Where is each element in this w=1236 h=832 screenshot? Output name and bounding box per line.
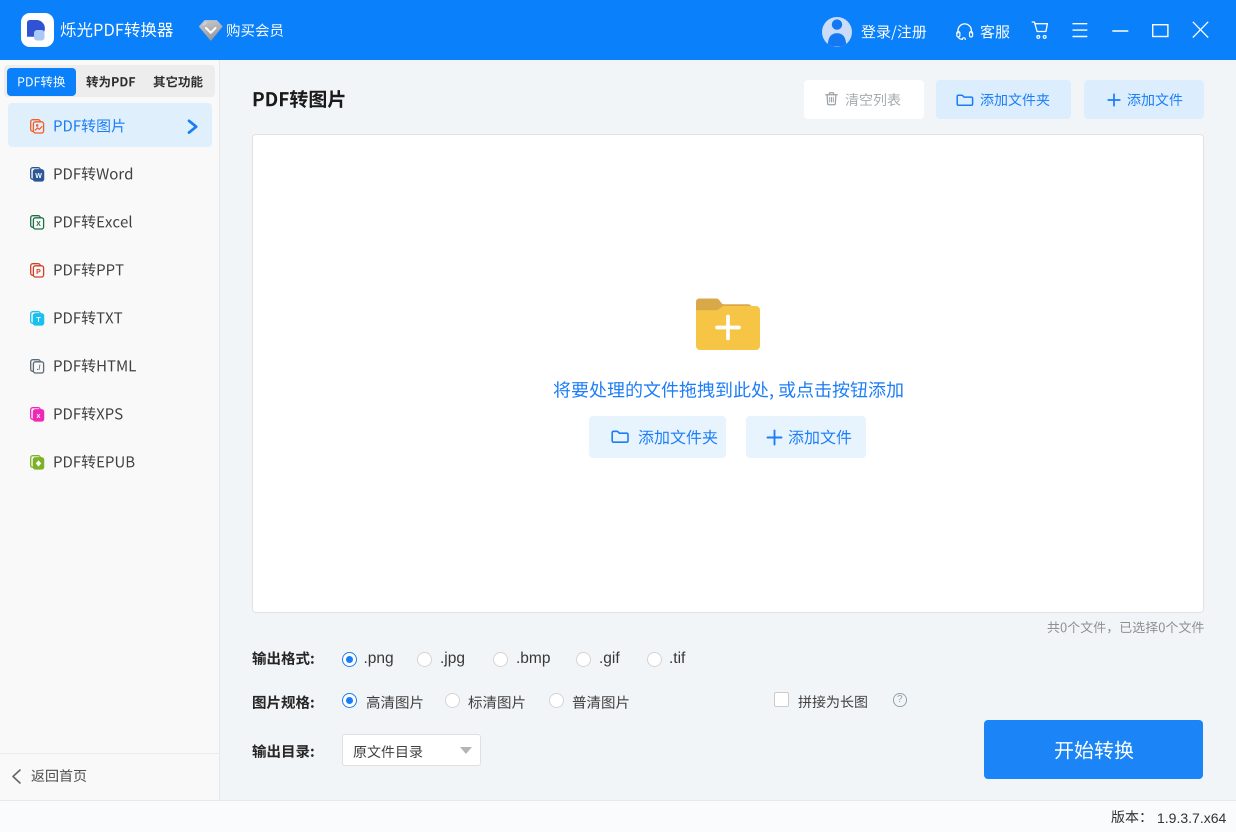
svg-text:./: ./ bbox=[37, 364, 41, 371]
svg-text:X: X bbox=[36, 220, 41, 227]
svg-text:T: T bbox=[36, 316, 41, 323]
svg-text:P: P bbox=[36, 268, 41, 275]
svg-text:x: x bbox=[37, 412, 41, 419]
svg-text:W: W bbox=[35, 172, 42, 179]
